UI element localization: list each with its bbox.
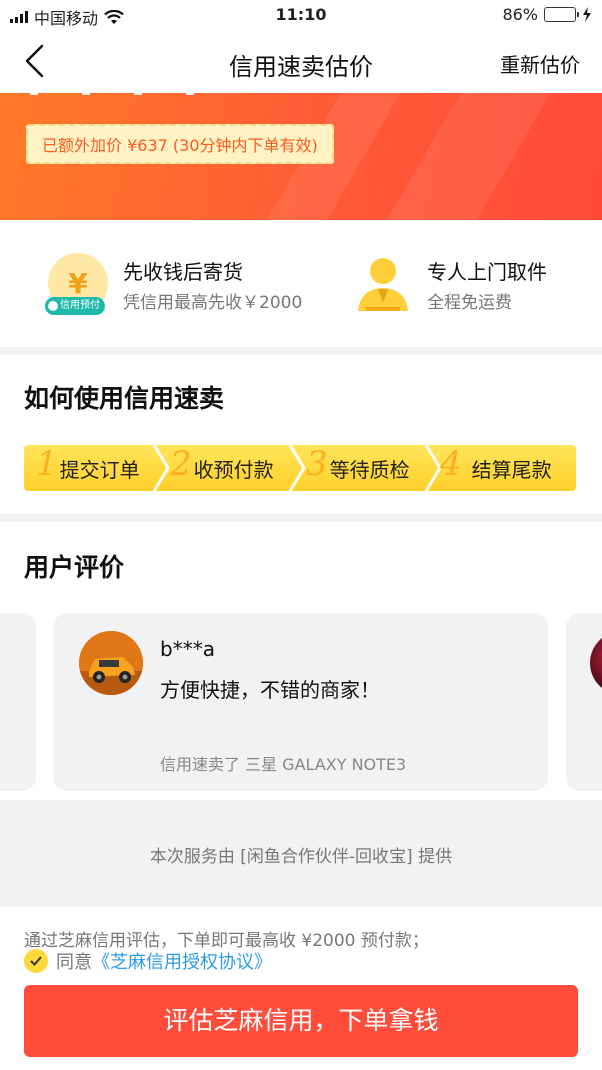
avatar	[590, 631, 602, 695]
bottom-bar: 通过芝麻信用评估，下单即可最高收 ¥2000 预付款； 同意 《芝麻信用授权协议…	[0, 907, 602, 1070]
status-bar: 中国移动 11:10 86%	[0, 0, 602, 30]
reviews-title: 用户评价	[24, 553, 125, 582]
feature-title: 专人上门取件	[427, 260, 547, 284]
step-1: 1 提交订单	[36, 445, 140, 491]
step-number: 2	[170, 445, 192, 484]
review-text: 方便快捷，不错的商家！	[160, 678, 380, 702]
reviewer-name: b***a	[160, 637, 215, 661]
step-number: 3	[306, 445, 328, 484]
step-number: 4	[440, 445, 462, 484]
re-estimate-button[interactable]: 重新估价	[500, 49, 580, 78]
review-card-next[interactable]	[566, 613, 602, 791]
bonus-tag: 已额外加价 ¥637 (30分钟内下单有效)	[26, 124, 334, 164]
hero-banner: 已额外加价 ¥637 (30分钟内下单有效)	[0, 93, 602, 220]
review-card[interactable]: b***a 方便快捷，不错的商家！ 信用速卖了 三星 GALAXY NOTE3	[53, 613, 548, 791]
car-avatar-image	[79, 631, 143, 695]
review-card-prev[interactable]	[0, 613, 36, 791]
step-label: 等待质检	[329, 457, 410, 482]
howto-title: 如何使用信用速卖	[24, 384, 225, 413]
agreement-row[interactable]: 同意 《芝麻信用授权协议》	[24, 948, 272, 974]
step-label: 收预付款	[193, 457, 274, 482]
feature-subtitle: 凭信用最高先收￥2000	[123, 293, 303, 313]
agreement-link[interactable]: 《芝麻信用授权协议》	[92, 948, 272, 974]
step-arrow-icon	[288, 445, 306, 491]
step-2: 2 收预付款	[170, 445, 274, 491]
step-4: 4 结算尾款	[440, 445, 552, 491]
features-panel: ¥ 信用预付 先收钱后寄货 凭信用最高先收￥2000 专人上门取件 全程免运费	[0, 220, 602, 347]
step-arrow-icon	[152, 445, 170, 491]
nav-bar: 信用速卖估价 重新估价	[0, 30, 602, 93]
checkbox-checked-icon[interactable]	[24, 949, 48, 973]
yen-coin-icon: ¥ 信用预付	[45, 253, 110, 315]
step-number: 1	[36, 445, 58, 484]
step-3: 3 等待质检	[306, 445, 410, 491]
provider-note: 本次服务由 [闲鱼合作伙伴-回收宝] 提供	[0, 800, 602, 905]
feature-title: 先收钱后寄货	[123, 260, 243, 284]
step-label: 提交订单	[59, 457, 140, 482]
hero-decor	[368, 93, 562, 220]
battery-icon	[544, 7, 579, 22]
courier-person-icon	[358, 258, 408, 311]
agree-label: 同意	[56, 952, 92, 973]
feature-subtitle: 全程免运费	[427, 293, 512, 313]
credit-badge-label: 信用预付	[60, 300, 100, 311]
step-label: 结算尾款	[471, 457, 552, 482]
evaluate-credit-button[interactable]: 评估芝麻信用，下单拿钱	[24, 985, 578, 1057]
avatar	[79, 631, 143, 695]
hero-price-fragment	[30, 93, 194, 95]
howto-section: 如何使用信用速卖 1 提交订单 2 收预付款 3 等待质检 4 结算尾款	[0, 355, 602, 514]
battery-percent: 86%	[502, 5, 538, 24]
reviews-section: 用户评价 b***a 方便快捷，不错的商家！ 信用速卖了 三星 GALAXY N…	[0, 522, 602, 800]
steps-bar: 1 提交订单 2 收预付款 3 等待质检 4 结算尾款	[24, 445, 576, 491]
credit-badge: 信用预付	[45, 297, 105, 315]
review-sold-item: 信用速卖了 三星 GALAXY NOTE3	[160, 755, 407, 774]
battery-group: 86%	[502, 5, 592, 24]
charging-icon	[583, 7, 591, 22]
drop-icon	[48, 301, 58, 311]
